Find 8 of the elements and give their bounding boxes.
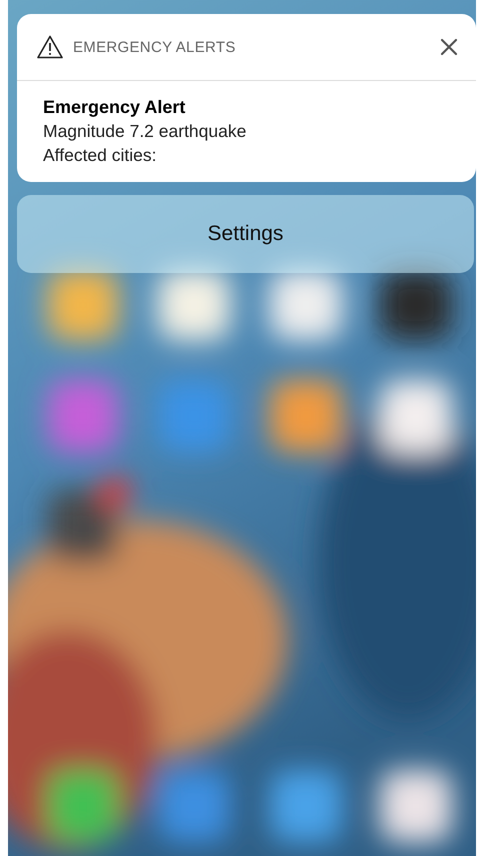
alert-text: Affected cities:: [43, 144, 158, 167]
settings-button[interactable]: Settings: [17, 195, 474, 273]
close-icon[interactable]: [440, 38, 458, 56]
notification-card[interactable]: EMERGENCY ALERTS Emergency Alert Magnitude 7.2 earthquake Affected cities:: [17, 14, 476, 182]
app-name: EMERGENCY ALERTS: [73, 38, 237, 56]
alert-title: Emergency Alert: [43, 96, 186, 119]
warning-triangle-icon: [37, 35, 63, 59]
alert-text: Magnitude 7.2 earthquake: [43, 120, 248, 143]
